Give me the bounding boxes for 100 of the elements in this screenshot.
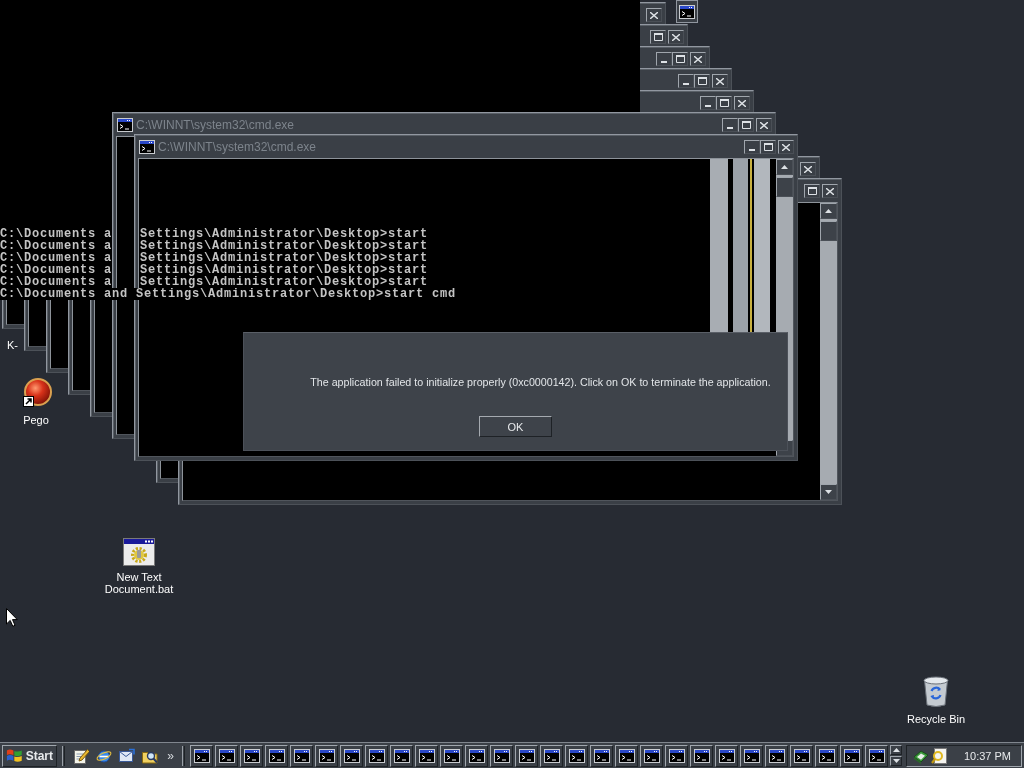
maximize-button[interactable] bbox=[672, 52, 688, 66]
taskbar-window-button[interactable] bbox=[365, 744, 388, 767]
console-text: C:\Documents a bbox=[0, 264, 113, 276]
globe-icon[interactable] bbox=[95, 747, 112, 764]
taskbar-window-button[interactable] bbox=[815, 744, 838, 767]
flag-icon bbox=[6, 747, 23, 764]
taskbar-window-button[interactable] bbox=[840, 744, 863, 767]
maximize-icon bbox=[675, 55, 685, 63]
icon-label[interactable]: Pego bbox=[23, 414, 49, 426]
taskbar-window-button[interactable] bbox=[715, 744, 738, 767]
minimize-icon bbox=[683, 83, 689, 85]
close-button[interactable] bbox=[646, 8, 662, 22]
close-button[interactable] bbox=[712, 74, 728, 88]
minimize-button[interactable] bbox=[722, 118, 738, 132]
taskbar-window-button[interactable] bbox=[240, 744, 263, 767]
taskbar-window-button[interactable] bbox=[790, 744, 813, 767]
scroll-up-button[interactable] bbox=[820, 203, 837, 219]
scroll-up-button[interactable] bbox=[890, 745, 902, 755]
maximize-icon bbox=[719, 99, 729, 107]
minimize-button[interactable] bbox=[678, 74, 694, 88]
overflow-chevron[interactable]: » bbox=[167, 748, 174, 763]
close-button[interactable] bbox=[778, 140, 794, 154]
minimize-button[interactable] bbox=[656, 52, 672, 66]
taskbar-window-button[interactable] bbox=[415, 744, 438, 767]
gear-window-icon[interactable] bbox=[123, 538, 155, 566]
taskbar-window-button[interactable] bbox=[340, 744, 363, 767]
close-icon bbox=[672, 33, 680, 41]
recycle-bin-icon[interactable] bbox=[923, 676, 949, 708]
maximize-icon bbox=[653, 33, 663, 41]
taskbar-window-button[interactable] bbox=[440, 744, 463, 767]
minimize-icon bbox=[749, 149, 755, 151]
pencil-document-icon[interactable] bbox=[72, 747, 89, 764]
console-text: C:\Documents a bbox=[0, 252, 113, 264]
console-icon bbox=[793, 748, 810, 763]
close-icon bbox=[716, 77, 724, 85]
taskbar-window-button[interactable] bbox=[565, 744, 588, 767]
taskbar-window-button[interactable] bbox=[465, 744, 488, 767]
console-icon bbox=[593, 748, 610, 763]
document-search-icon[interactable] bbox=[931, 747, 947, 764]
icon-label[interactable]: Recycle Bin bbox=[906, 713, 966, 725]
minimize-button[interactable] bbox=[744, 140, 760, 154]
console-icon bbox=[193, 748, 210, 763]
maximize-button[interactable] bbox=[716, 96, 732, 110]
taskbar-window-button[interactable] bbox=[515, 744, 538, 767]
console-icon bbox=[643, 748, 660, 763]
taskbar-window-button[interactable] bbox=[390, 744, 413, 767]
maximize-button[interactable] bbox=[650, 30, 666, 44]
maximize-icon bbox=[763, 143, 773, 151]
maximize-icon bbox=[807, 187, 817, 195]
console-icon bbox=[718, 748, 735, 763]
icon-label[interactable]: K- bbox=[7, 339, 18, 351]
ok-button[interactable]: OK bbox=[479, 416, 552, 437]
close-icon bbox=[760, 121, 768, 129]
console-icon bbox=[318, 748, 335, 763]
console-icon bbox=[268, 748, 285, 763]
console-icon bbox=[243, 748, 260, 763]
taskbar-window-button[interactable] bbox=[215, 744, 238, 767]
maximize-button[interactable] bbox=[760, 140, 776, 154]
scroll-thumb[interactable] bbox=[776, 177, 793, 197]
sphere-shortcut-icon[interactable] bbox=[20, 377, 52, 409]
scroll-up-button[interactable] bbox=[776, 159, 793, 175]
taskbar-window-button[interactable] bbox=[540, 744, 563, 767]
maximize-icon bbox=[741, 121, 751, 129]
taskbar-window-button[interactable] bbox=[190, 744, 213, 767]
scrollbar[interactable] bbox=[820, 203, 837, 500]
close-button[interactable] bbox=[756, 118, 772, 132]
taskbar-window-button[interactable] bbox=[765, 744, 788, 767]
taskbar-window-button[interactable] bbox=[590, 744, 613, 767]
console-icon[interactable] bbox=[139, 140, 155, 154]
start-button[interactable]: Start bbox=[2, 744, 57, 767]
close-button[interactable] bbox=[690, 52, 706, 66]
up-arrow-icon bbox=[781, 165, 788, 169]
console-text: Settings\Administrator\Desktop>start bbox=[140, 264, 429, 276]
close-button[interactable] bbox=[734, 96, 750, 110]
maximize-button[interactable] bbox=[738, 118, 754, 132]
scroll-down-button[interactable] bbox=[890, 756, 902, 766]
taskbar-window-button[interactable] bbox=[865, 744, 888, 767]
taskbar-window-button[interactable] bbox=[740, 744, 763, 767]
taskbar-window-button[interactable] bbox=[640, 744, 663, 767]
scroll-thumb[interactable] bbox=[820, 221, 837, 241]
console-icon[interactable] bbox=[117, 118, 133, 132]
taskbar-window-button[interactable] bbox=[690, 744, 713, 767]
scroll-down-button[interactable] bbox=[820, 484, 837, 500]
console-icon bbox=[818, 748, 835, 763]
taskbar-window-button[interactable] bbox=[265, 744, 288, 767]
close-button[interactable] bbox=[822, 184, 838, 198]
maximize-button[interactable] bbox=[694, 74, 710, 88]
console-text: Settings\Administrator\Desktop>start bbox=[140, 228, 429, 240]
envelope-icon[interactable] bbox=[118, 747, 135, 764]
taskbar-window-button[interactable] bbox=[315, 744, 338, 767]
taskbar-window-button[interactable] bbox=[490, 744, 513, 767]
minimize-button[interactable] bbox=[700, 96, 716, 110]
close-button[interactable] bbox=[800, 162, 816, 176]
taskbar-window-button[interactable] bbox=[665, 744, 688, 767]
icon-label[interactable]: New Text Document.bat bbox=[100, 571, 178, 595]
taskbar-window-button[interactable] bbox=[290, 744, 313, 767]
maximize-button[interactable] bbox=[804, 184, 820, 198]
taskbar-window-button[interactable] bbox=[615, 744, 638, 767]
close-button[interactable] bbox=[668, 30, 684, 44]
down-arrow-icon bbox=[892, 759, 900, 763]
